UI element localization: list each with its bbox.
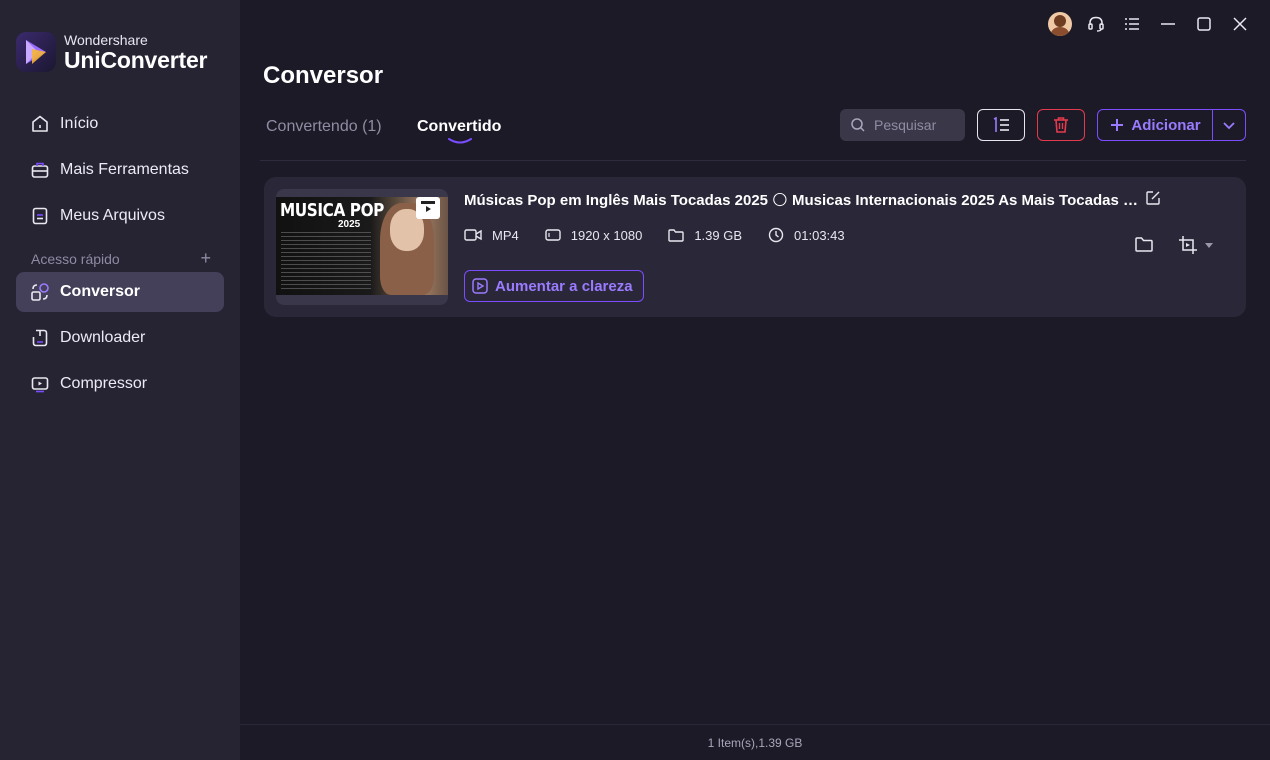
delete-button[interactable] xyxy=(1037,109,1085,141)
sidebar-item-label: Conversor xyxy=(60,283,141,300)
clock-icon xyxy=(768,227,784,243)
downloader-icon xyxy=(30,328,50,348)
maximize-button[interactable] xyxy=(1186,10,1222,38)
format-value: MP4 xyxy=(492,227,519,243)
page-title: Conversor xyxy=(263,62,384,89)
sidebar-item-label: Meus Arquivos xyxy=(60,207,165,224)
file-meta: MP4 1920 x 1080 1.39 GB 01:03:43 xyxy=(464,227,871,243)
enhance-video-icon xyxy=(472,278,488,294)
toolbox-icon xyxy=(30,160,50,180)
open-folder-icon xyxy=(1135,237,1153,252)
plus-icon xyxy=(1111,119,1124,131)
maximize-icon xyxy=(1197,17,1211,31)
sidebar: Wondershare UniConverter Início Mais Fer… xyxy=(0,0,240,760)
sidebar-item-label: Compressor xyxy=(60,375,148,392)
brand-subtitle: Wondershare xyxy=(64,31,148,48)
sidebar-item-inicio[interactable]: Início xyxy=(16,104,224,144)
edit-icon[interactable] xyxy=(1145,190,1161,211)
resolution-icon xyxy=(545,229,561,241)
sidebar-item-compressor[interactable]: Compressor xyxy=(16,364,224,404)
header-divider xyxy=(260,160,1246,161)
sidebar-item-meus-arquivos[interactable]: Meus Arquivos xyxy=(16,196,224,236)
open-folder-button[interactable] xyxy=(1134,235,1154,258)
resolution-value: 1920 x 1080 xyxy=(570,227,643,243)
tab-convertido[interactable]: Convertido xyxy=(417,118,501,136)
brand-title: UniConverter xyxy=(64,46,208,73)
add-dropdown-button[interactable] xyxy=(1213,110,1245,140)
sidebar-item-label: Mais Ferramentas xyxy=(60,161,189,178)
compressor-icon xyxy=(30,374,50,394)
menu-button[interactable] xyxy=(1114,10,1150,38)
minimize-button[interactable] xyxy=(1150,10,1186,38)
sidebar-item-label: Início xyxy=(60,115,99,132)
add-button[interactable]: Adicionar xyxy=(1098,110,1212,140)
add-quick-access-icon[interactable]: + xyxy=(200,248,211,269)
numbered-list-icon xyxy=(993,116,1009,132)
thumbnail-year: 2025 xyxy=(338,219,361,230)
add-button-label: Adicionar xyxy=(1131,116,1201,134)
add-button-group: Adicionar xyxy=(1097,109,1246,141)
thumbnail-tracklist xyxy=(281,232,371,290)
minimize-icon xyxy=(1161,23,1175,25)
files-icon xyxy=(30,206,50,226)
uniconverter-logo-icon xyxy=(16,32,56,72)
sidebar-item-mais-ferramentas[interactable]: Mais Ferramentas xyxy=(16,150,224,190)
size-value: 1.39 GB xyxy=(694,227,743,243)
crop-video-icon xyxy=(1179,236,1197,254)
app-logo: Wondershare UniConverter xyxy=(16,32,207,72)
sidebar-item-conversor[interactable]: Conversor xyxy=(16,272,224,312)
quick-access-header: Acesso rápido + xyxy=(31,248,211,269)
search-box[interactable] xyxy=(840,109,965,141)
edit-video-menu-button[interactable] xyxy=(1178,235,1214,255)
duration-value: 01:03:43 xyxy=(794,227,845,243)
tab-convertendo[interactable]: Convertendo (1) xyxy=(266,118,382,136)
search-icon xyxy=(851,118,865,132)
chevron-down-icon xyxy=(1223,122,1235,130)
sidebar-item-downloader[interactable]: Downloader xyxy=(16,318,224,358)
video-camera-icon xyxy=(464,229,482,241)
folder-icon xyxy=(668,229,685,242)
quick-access-label: Acesso rápido xyxy=(31,250,120,267)
meta-duration: 01:03:43 xyxy=(768,227,845,243)
meta-size: 1.39 GB xyxy=(668,228,742,243)
video-thumbnail[interactable]: MUSICA POP 2025 xyxy=(276,189,448,305)
file-card[interactable]: MUSICA POP 2025 Músicas Pop em Inglês Ma… xyxy=(264,177,1246,317)
meta-resolution: 1920 x 1080 xyxy=(545,227,643,243)
avatar xyxy=(1048,12,1072,36)
converter-icon xyxy=(30,282,50,302)
file-name: Músicas Pop em Inglês Mais Tocadas 2025 … xyxy=(464,192,1144,209)
status-summary: 1 Item(s),1.39 GB xyxy=(707,735,803,750)
trash-icon xyxy=(1054,117,1068,133)
close-button[interactable] xyxy=(1222,10,1258,38)
home-icon xyxy=(30,114,50,134)
meta-format: MP4 xyxy=(464,228,519,243)
account-button[interactable] xyxy=(1042,10,1078,38)
enhance-clarity-label: Aumentar a clareza xyxy=(495,277,633,295)
caret-down-icon xyxy=(1205,243,1213,248)
enhance-clarity-button[interactable]: Aumentar a clareza xyxy=(464,270,644,302)
support-button[interactable] xyxy=(1078,10,1114,38)
sort-list-button[interactable] xyxy=(977,109,1025,141)
play-icon[interactable] xyxy=(416,197,440,219)
status-bar: 1 Item(s),1.39 GB xyxy=(240,724,1270,760)
window-controls xyxy=(1042,10,1258,38)
search-input[interactable] xyxy=(874,117,964,133)
close-icon xyxy=(1233,17,1247,31)
sidebar-item-label: Downloader xyxy=(60,329,146,346)
thumbnail-title: MUSICA POP xyxy=(280,200,384,221)
headset-icon xyxy=(1088,16,1104,32)
tab-active-indicator xyxy=(448,138,472,144)
menu-icon xyxy=(1125,18,1139,30)
